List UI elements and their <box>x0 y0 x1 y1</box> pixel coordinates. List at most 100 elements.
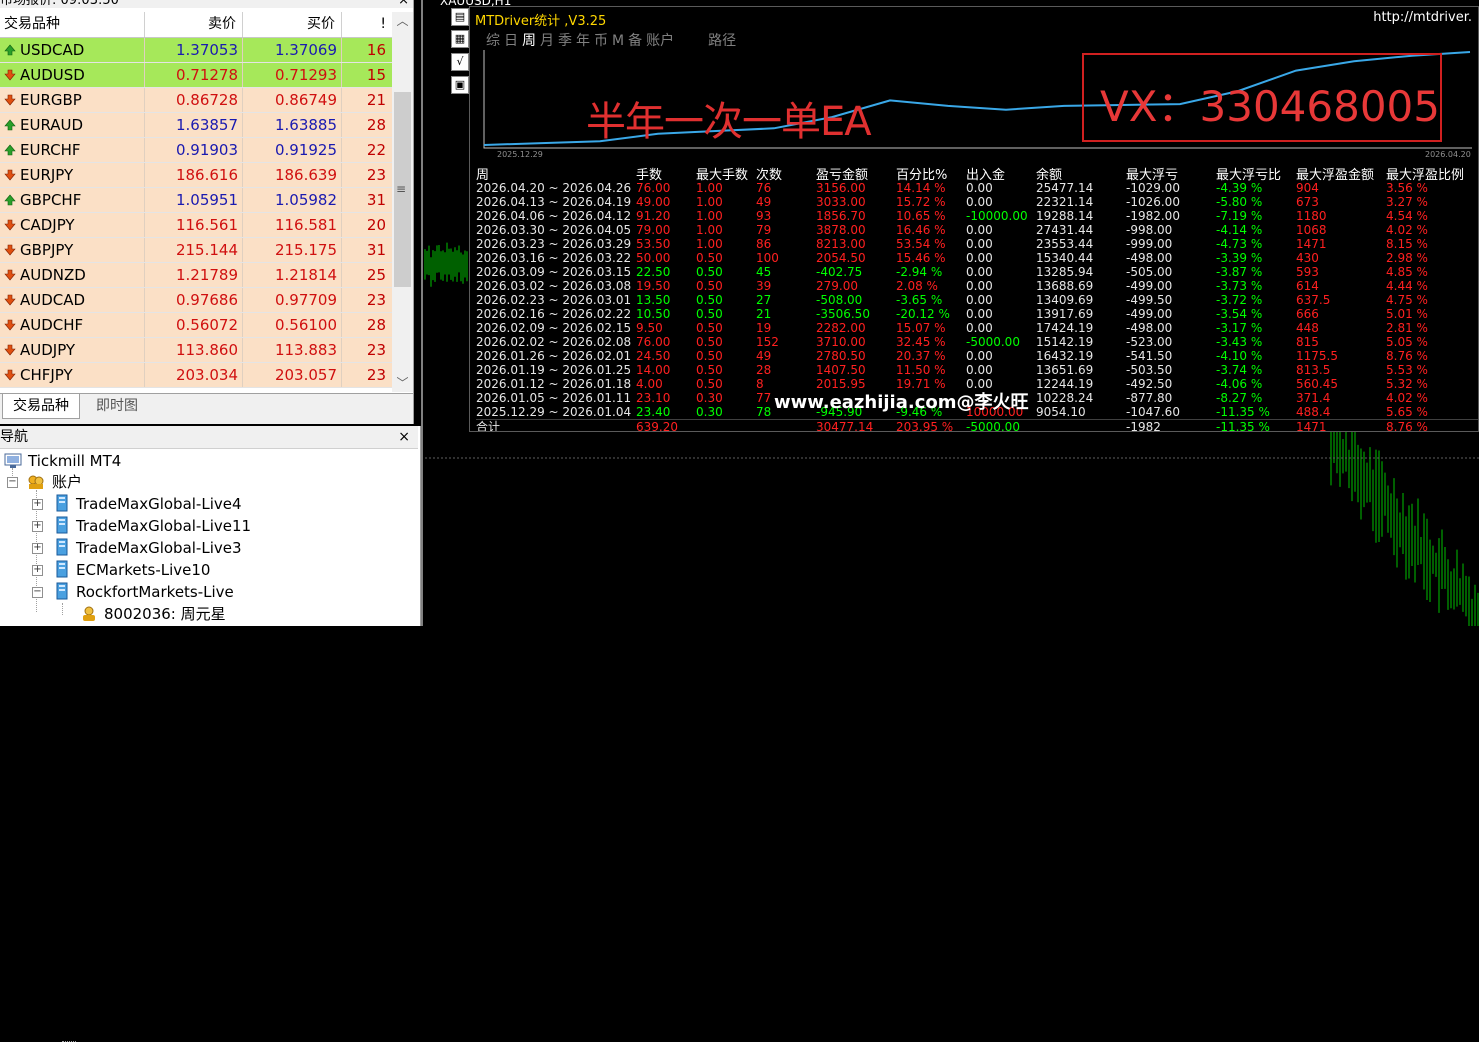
market-row[interactable]: USDCAD 1.37053 1.37069 16 <box>0 38 392 63</box>
scroll-down-icon[interactable]: ﹀ <box>392 374 413 392</box>
nav-account-item[interactable]: ECMarkets-Live10 <box>54 559 210 581</box>
nav-root[interactable]: Tickmill MT4 <box>4 450 121 472</box>
tab-symbols[interactable]: 交易品种 <box>2 394 80 419</box>
market-row[interactable]: CHFJPY 203.034 203.057 23 <box>0 363 392 388</box>
market-row[interactable]: GBPCHF 1.05951 1.05982 31 <box>0 188 392 213</box>
stats-cell: 2025.12.29 ~ 2026.01.04 <box>476 405 632 419</box>
stats-cell: 0.30 <box>696 405 723 419</box>
expand-icon[interactable]: + <box>32 543 43 554</box>
stats-cell: 11.50 % <box>896 363 946 377</box>
mtd-tab[interactable]: 币 <box>594 33 608 49</box>
spread-cell: 23 <box>366 341 386 359</box>
symbol-cell: GBPJPY <box>0 238 145 262</box>
stats-cell: 1471 <box>1296 237 1327 251</box>
mtd-tab[interactable]: 月 <box>540 33 554 49</box>
mtd-tab[interactable]: 年 <box>576 33 590 49</box>
stats-cell: -4.06 % <box>1216 377 1263 391</box>
market-row[interactable]: AUDJPY 113.860 113.883 23 <box>0 338 392 363</box>
mtd-tab[interactable]: M <box>612 33 624 49</box>
mtd-tab[interactable]: 季 <box>558 33 572 49</box>
close-icon[interactable]: × <box>398 0 409 8</box>
mtd-tab[interactable]: 账户 <box>646 33 674 49</box>
header-bid[interactable]: 卖价 <box>145 12 243 37</box>
mtd-tab[interactable]: 日 <box>504 33 518 49</box>
market-watch-scrollbar[interactable]: ︿ ≡ ﹀ <box>392 12 413 392</box>
stats-cell: 9.50 <box>636 321 663 335</box>
stats-cell: 1175.5 <box>1296 349 1338 363</box>
symbol-name: CADJPY <box>20 216 75 234</box>
market-row[interactable]: EURCHF 0.91903 0.91925 22 <box>0 138 392 163</box>
stats-cell: 1.00 <box>696 237 723 251</box>
header-ask[interactable]: 买价 <box>243 12 342 37</box>
server-icon <box>56 538 68 556</box>
stats-row: 2026.04.13 ~ 2026.04.19 49.00 1.00 49 3033.0… <box>476 195 1478 209</box>
collapse-icon[interactable]: − <box>7 477 18 488</box>
market-row[interactable]: GBPJPY 215.144 215.175 31 <box>0 238 392 263</box>
stats-total-row: 合计 639.20 30477.14 203.95 % -5000.00 -1982 -11… <box>476 419 1478 431</box>
stats-cell: 49 <box>756 195 772 209</box>
market-row[interactable]: EURAUD 1.63857 1.63885 28 <box>0 113 392 138</box>
stats-cell: 16.46 % <box>896 223 946 237</box>
script-icon[interactable]: ▣ <box>451 76 469 94</box>
stats-cell: 152 <box>756 335 779 349</box>
tab-tick-chart[interactable]: 即时图 <box>86 394 148 418</box>
stats-cell: 21 <box>756 307 772 321</box>
mtd-tab[interactable]: 备 <box>628 33 642 49</box>
stats-cell: 0.00 <box>966 279 993 293</box>
spread-cell: 21 <box>366 91 386 109</box>
stats-cell: 2026.03.09 ~ 2026.03.15 <box>476 265 632 279</box>
expand-icon[interactable]: + <box>32 499 43 510</box>
stats-cell: 10.65 % <box>896 209 946 223</box>
header-symbol[interactable]: 交易品种 <box>0 12 145 37</box>
mtd-tab[interactable]: 周 <box>522 33 536 49</box>
close-icon[interactable]: × <box>398 426 410 448</box>
nav-accounts[interactable]: 账户 <box>26 471 82 493</box>
stats-cell: -998.00 <box>1126 223 1173 237</box>
watermark: www.eazhijia.com@李火旺 <box>774 392 1029 413</box>
nav-account-item[interactable]: TradeMaxGlobal-Live3 <box>54 537 242 559</box>
symbol-cell: AUDCAD <box>0 288 145 312</box>
mtd-tab[interactable]: 综 <box>486 33 500 49</box>
market-row[interactable]: CADJPY 116.561 116.581 20 <box>0 213 392 238</box>
stats-cell: -3.72 % <box>1216 293 1263 307</box>
ruler-icon[interactable]: ▤ <box>451 8 469 26</box>
symbol-cell: AUDJPY <box>0 338 145 362</box>
market-row[interactable]: AUDUSD 0.71278 0.71293 15 <box>0 63 392 88</box>
mtd-tab[interactable]: 路径 <box>708 33 736 49</box>
collapse-icon[interactable]: − <box>32 587 43 598</box>
spread-cell: 22 <box>366 141 386 159</box>
market-row[interactable]: AUDNZD 1.21789 1.21814 25 <box>0 263 392 288</box>
stats-cell: -3.73 % <box>1216 279 1263 293</box>
vx-label: VX：330468005 <box>1100 82 1440 131</box>
bid-cell: 215.144 <box>145 238 243 262</box>
symbol-name: GBPJPY <box>20 241 74 259</box>
stats-cell: 79 <box>756 223 772 237</box>
nav-account-item[interactable]: TradeMaxGlobal-Live11 <box>54 515 251 537</box>
market-row[interactable]: EURJPY 186.616 186.639 23 <box>0 163 392 188</box>
stats-cell: 13688.69 <box>1036 279 1094 293</box>
market-row[interactable]: EURGBP 0.86728 0.86749 21 <box>0 88 392 113</box>
spread-cell: 23 <box>366 366 386 384</box>
market-row[interactable]: AUDCAD 0.97686 0.97709 23 <box>0 288 392 313</box>
stats-cell: 0.50 <box>696 321 723 335</box>
stats-cell: 0.00 <box>966 195 993 209</box>
abc-icon[interactable]: ▦ <box>451 30 469 48</box>
stats-cell: 1.00 <box>696 209 723 223</box>
header-spread[interactable]: ! <box>342 12 392 37</box>
symbol-cell: EURGBP <box>0 88 145 112</box>
market-watch-rows: USDCAD 1.37053 1.37069 16 AUDUSD 0.71278… <box>0 38 392 388</box>
ask-cell: 116.581 <box>243 213 342 237</box>
expand-icon[interactable]: + <box>32 565 43 576</box>
stats-cell: 1.00 <box>696 195 723 209</box>
expand-icon[interactable]: + <box>32 521 43 532</box>
arrow-down-icon <box>4 319 16 331</box>
scroll-up-icon[interactable]: ︿ <box>392 12 413 30</box>
nav-account-item[interactable]: TradeMaxGlobal-Live4 <box>54 493 242 515</box>
fx-icon[interactable]: √ <box>451 53 469 71</box>
market-row[interactable]: AUDCHF 0.56072 0.56100 28 <box>0 313 392 338</box>
nav-account-item[interactable]: RockfortMarkets-Live <box>54 581 234 603</box>
stats-cell: 76 <box>756 181 772 195</box>
nav-sub-account[interactable]: 8002036: 周元星 <box>80 603 226 625</box>
mtdriver-url[interactable]: http://mtdriver. <box>1373 10 1472 25</box>
stats-cell: 14.14 % <box>896 181 946 195</box>
